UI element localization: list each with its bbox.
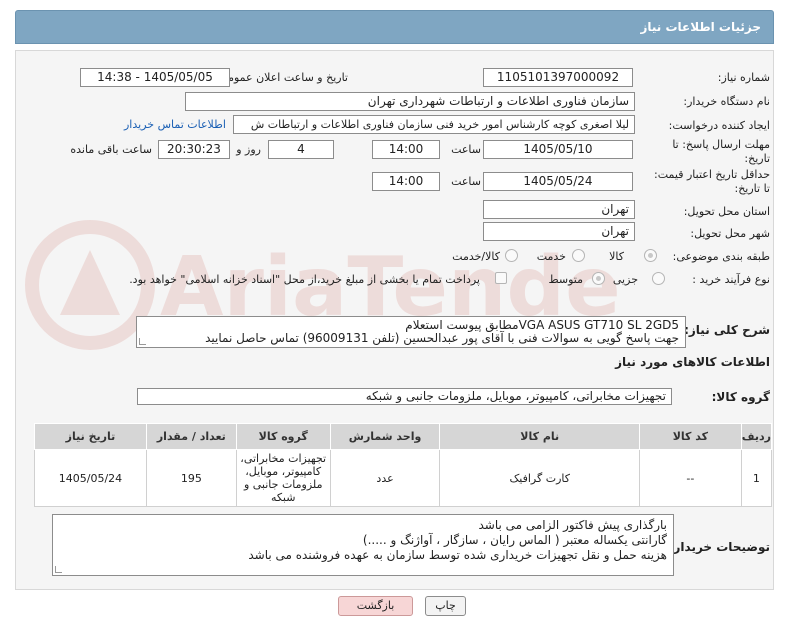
goods-table: ردیف کد کالا نام کالا واحد شمارش گروه کا…: [34, 423, 773, 507]
back-button[interactable]: بازگشت: [338, 596, 413, 616]
days-field: 4: [268, 140, 334, 159]
table-row: 1 -- کارت گرافیک عدد تجهیزات مخابراتی، ک…: [34, 449, 773, 507]
process-radio-minor[interactable]: [652, 272, 665, 285]
process-option-medium: متوسط: [548, 273, 583, 286]
process-label: نوع فرآیند خرید :: [692, 273, 770, 286]
summary-label: شرح کلی نیاز:: [684, 323, 770, 337]
city-field: تهران: [483, 222, 635, 241]
col-goods-name: نام کالا: [439, 423, 640, 450]
process-option-minor: جزیی: [612, 273, 638, 286]
process-radio-medium[interactable]: [592, 272, 605, 285]
category-radio-goods-service[interactable]: [505, 249, 518, 262]
buyer-notes-line-3: هزینه حمل و نقل تجهیزات خریداری شده توسط…: [248, 548, 667, 562]
goods-group-label: گروه کالا:: [711, 390, 770, 404]
price-validity-label-1: حداقل تاریخ اعتبار قیمت:: [654, 168, 770, 181]
price-validity-time-label: ساعت: [451, 175, 481, 188]
buyer-org-field: سازمان فناوری اطلاعات و ارتباطات شهرداری…: [185, 92, 635, 111]
cell-quantity: 195: [145, 449, 237, 507]
need-number-label: شماره نیاز:: [717, 71, 770, 84]
remaining-time-label: ساعت باقی مانده: [70, 143, 152, 156]
goods-info-title: اطلاعات کالاهای مورد نیاز: [615, 355, 770, 369]
deadline-date-field: 1405/05/10: [483, 140, 633, 159]
days-label: روز و: [236, 143, 261, 156]
price-validity-date-field: 1405/05/24: [483, 172, 633, 191]
page-title: جزئیات اطلاعات نیاز: [640, 20, 761, 34]
need-number-field: 1105101397000092: [483, 68, 633, 87]
deadline-label-2: تاریخ:: [744, 152, 770, 165]
col-row-number: ردیف: [740, 423, 773, 450]
province-label: استان محل تحویل:: [683, 205, 770, 218]
cell-goods-group: تجهیزات مخابراتی، کامپیوتر، موبایل، ملزو…: [235, 449, 331, 507]
deadline-time-label: ساعت: [451, 143, 481, 156]
table-header-row: ردیف کد کالا نام کالا واحد شمارش گروه کا…: [34, 423, 773, 450]
buyer-notes-line-1: بارگذاری پیش فاکتور الزامی می باشد: [478, 518, 667, 532]
col-unit: واحد شمارش: [329, 423, 441, 450]
province-field: تهران: [483, 200, 635, 219]
creator-label: ایجاد کننده درخواست:: [668, 119, 770, 132]
summary-line-2: جهت پاسخ گویی به سوالات فنی با آقای پور …: [205, 331, 679, 345]
announce-date-field: 1405/05/05 - 14:38: [80, 68, 230, 87]
city-label: شهر محل تحویل:: [690, 227, 770, 240]
treasury-payment-note: پرداخت تمام یا بخشی از مبلغ خرید،از محل …: [129, 273, 480, 286]
buyer-contact-link[interactable]: اطلاعات تماس خریدار: [124, 118, 226, 131]
summary-textarea[interactable]: VGA ASUS GT710 SL 2GD5مطابق پیوست استعلا…: [136, 316, 686, 348]
category-radio-service[interactable]: [572, 249, 585, 262]
buyer-org-label: نام دستگاه خریدار:: [683, 95, 770, 108]
cell-goods-code: --: [639, 449, 742, 507]
category-option-service: خدمت: [536, 250, 566, 263]
cell-unit: عدد: [329, 449, 441, 507]
cell-row-number: 1: [740, 449, 773, 507]
resize-handle[interactable]: [55, 566, 62, 573]
col-quantity: تعداد / مقدار: [145, 423, 237, 450]
buyer-notes-textarea[interactable]: بارگذاری پیش فاکتور الزامی می باشد گاران…: [52, 514, 674, 576]
page-header: جزئیات اطلاعات نیاز: [15, 10, 774, 44]
creator-field: لیلا اصغری کوچه کارشناس امور خرید فنی سا…: [233, 115, 635, 134]
col-goods-code: کد کالا: [639, 423, 742, 450]
deadline-label-1: مهلت ارسال پاسخ: تا: [672, 138, 770, 151]
category-label: طبقه بندی موضوعی:: [672, 250, 770, 263]
buyer-notes-label: توضیحات خریدار:: [668, 540, 770, 554]
cell-need-date: 1405/05/24: [34, 449, 147, 507]
col-goods-group: گروه کالا: [235, 423, 331, 450]
deadline-time-field: 14:00: [372, 140, 440, 159]
print-button[interactable]: چاپ: [425, 596, 466, 616]
cell-goods-name: کارت گرافیک: [439, 449, 640, 507]
buyer-notes-line-2: گارانتی یکساله معتبر ( الماس رایان ، ساز…: [362, 533, 667, 547]
announce-date-label: تاریخ و ساعت اعلان عمومی:: [215, 71, 348, 84]
resize-handle[interactable]: [139, 338, 146, 345]
treasury-payment-checkbox[interactable]: [495, 272, 507, 284]
price-validity-label-2: تا تاریخ:: [734, 182, 770, 195]
price-validity-time-field: 14:00: [372, 172, 440, 191]
category-option-goods-service: کالا/خدمت: [452, 250, 500, 263]
col-need-date: تاریخ نیاز: [34, 423, 147, 450]
remaining-time-field: 20:30:23: [158, 140, 230, 159]
goods-group-field: تجهیزات مخابراتی، کامپیوتر، موبایل، ملزو…: [137, 388, 672, 405]
category-radio-goods[interactable]: [644, 249, 657, 262]
category-option-goods: کالا: [609, 250, 624, 263]
